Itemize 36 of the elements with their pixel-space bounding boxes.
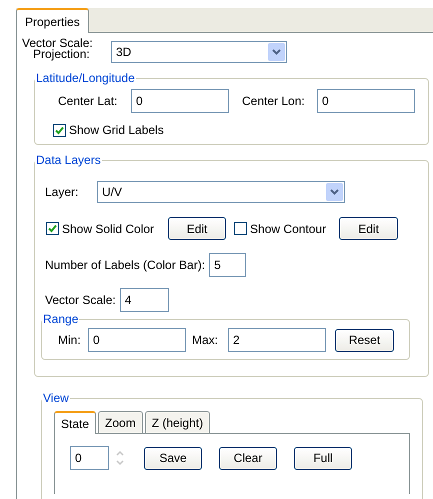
checkbox[interactable]: Show Contour	[234, 222, 326, 236]
tab[interactable]: State	[54, 411, 96, 434]
edit-button[interactable]: Edit	[168, 217, 226, 240]
tab[interactable]: Z (height)	[144, 411, 210, 433]
field-label: Center Lon:	[242, 94, 306, 108]
field-label: Min:	[58, 333, 82, 347]
field-label: Center Lat:	[58, 94, 118, 108]
group-title: View	[42, 391, 70, 405]
input-field[interactable]: 4	[120, 288, 169, 312]
check-icon	[55, 126, 64, 134]
input-field[interactable]: 0	[131, 89, 229, 113]
layer-dropdown[interactable]: U/V	[97, 181, 345, 203]
input-field[interactable]: 2	[228, 328, 326, 352]
group-title: Data Layers	[35, 153, 102, 167]
clear-button[interactable]: Clear	[219, 446, 277, 470]
checkbox[interactable]: Show Grid Labels	[53, 123, 164, 137]
edit-button[interactable]: Edit	[339, 217, 398, 240]
field-label: Vector Scale:	[45, 293, 116, 307]
tab[interactable]: Zoom	[98, 411, 143, 433]
projection-dropdown[interactable]: 3D	[111, 41, 287, 63]
input-field[interactable]: 5	[209, 253, 246, 277]
tab[interactable]: Properties	[16, 8, 89, 33]
input-field[interactable]: 0	[88, 328, 186, 352]
save-button[interactable]: Save	[144, 446, 202, 470]
reset-button[interactable]: Reset	[335, 328, 394, 352]
checkbox[interactable]: Show Solid Color	[46, 222, 154, 236]
field-label: Layer:	[45, 185, 80, 199]
group-title: Latitude/Longitude	[35, 71, 136, 85]
field-label: Number of Labels (Color Bar):	[45, 258, 206, 272]
section-label: Vector Scale:	[22, 35, 94, 50]
full-button[interactable]: Full	[294, 446, 352, 470]
check-icon	[48, 224, 57, 233]
field-label: Max:	[192, 333, 220, 347]
spin-field[interactable]: 0	[70, 446, 109, 470]
group-title: Range	[42, 312, 80, 326]
input-field[interactable]: 0	[317, 89, 415, 113]
